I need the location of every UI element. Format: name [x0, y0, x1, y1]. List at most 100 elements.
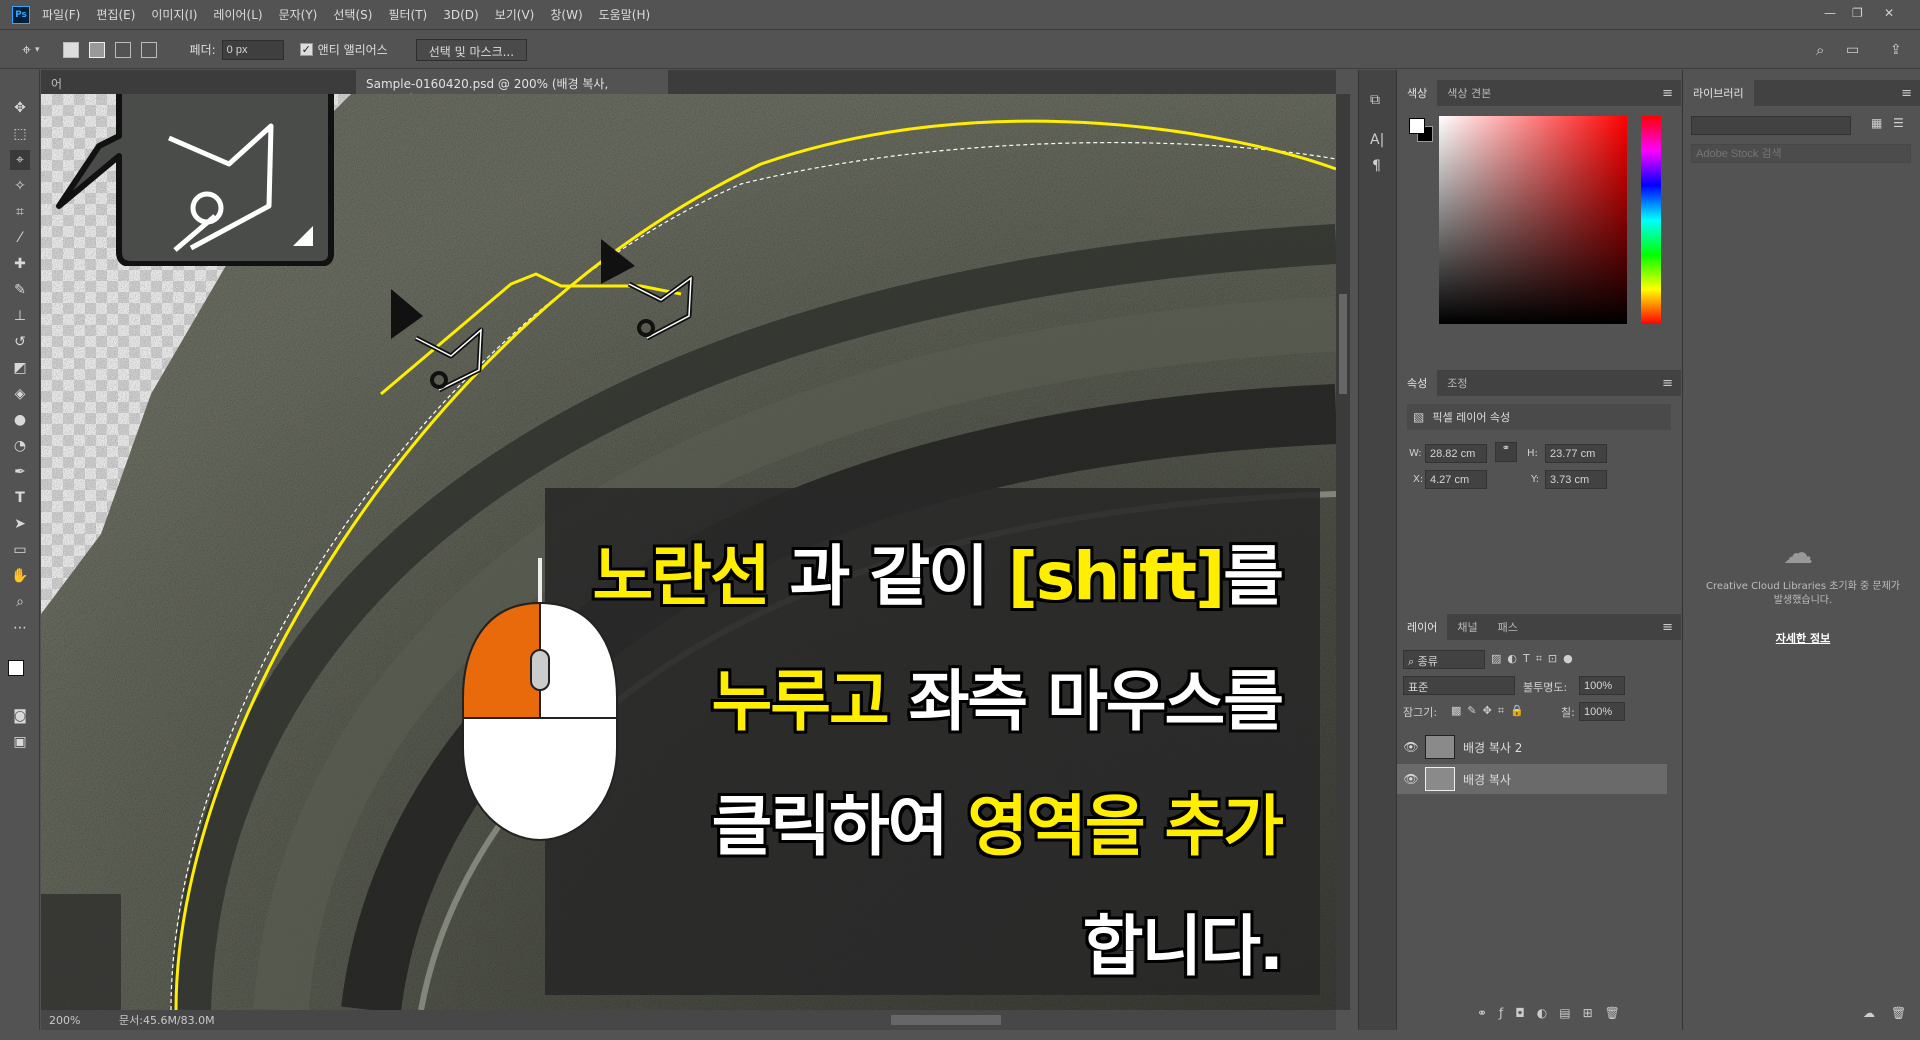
- layer-filter-select[interactable]: ⌕ 종류: [1403, 650, 1485, 669]
- select-and-mask-button[interactable]: 선택 및 마스크...: [415, 38, 528, 61]
- rectangle-tool-icon[interactable]: ▭: [10, 540, 30, 560]
- move-tool-icon[interactable]: ✥: [10, 98, 30, 118]
- feather-input[interactable]: [221, 39, 284, 60]
- paragraph-panel-icon[interactable]: ¶: [1372, 158, 1381, 174]
- vertical-scroll-thumb[interactable]: [1339, 294, 1347, 394]
- tab-properties[interactable]: 속성: [1397, 370, 1438, 396]
- menu-image[interactable]: 이미지(I): [151, 6, 197, 23]
- y-input[interactable]: [1545, 470, 1607, 489]
- lasso-tool-icon[interactable]: ⌖: [10, 150, 30, 170]
- menu-view[interactable]: 보기(V): [495, 6, 535, 23]
- workspace-icon[interactable]: ▭: [1846, 42, 1859, 58]
- menu-3d[interactable]: 3D(D): [443, 8, 478, 22]
- antialias-checkbox[interactable]: ✓: [299, 43, 313, 56]
- status-bar: 200% 문서:45.6M/83.0M: [41, 1010, 1336, 1030]
- panel-menu-icon[interactable]: ≡: [1662, 376, 1673, 391]
- x-input[interactable]: [1425, 470, 1487, 489]
- list-view-icon[interactable]: ☰: [1893, 116, 1904, 130]
- more-tools-icon[interactable]: ⋯: [10, 618, 30, 638]
- subtract-selection-icon[interactable]: [114, 41, 131, 58]
- opacity-input[interactable]: [1579, 676, 1625, 695]
- new-selection-icon[interactable]: [62, 41, 79, 58]
- hue-slider[interactable]: [1641, 116, 1661, 324]
- menu-filter[interactable]: 필터(T): [388, 6, 427, 23]
- marquee-tool-icon[interactable]: ⬚: [10, 124, 30, 144]
- panel-menu-icon[interactable]: ≡: [1662, 86, 1673, 101]
- width-input[interactable]: [1425, 444, 1487, 463]
- share-icon[interactable]: ⇪: [1890, 42, 1902, 58]
- path-select-icon[interactable]: ➤: [10, 514, 30, 534]
- properties-panel-tabs: 속성 조정 ≡: [1397, 370, 1681, 396]
- tab-color[interactable]: 색상: [1397, 80, 1438, 106]
- add-to-selection-icon[interactable]: [88, 41, 105, 58]
- cc-sync-icon[interactable]: ☁: [1863, 1006, 1875, 1020]
- color-field[interactable]: [1439, 116, 1627, 324]
- vertical-scrollbar[interactable]: [1336, 94, 1350, 1010]
- tab-channels[interactable]: 채널: [1447, 614, 1487, 640]
- horizontal-scroll-thumb[interactable]: [891, 1015, 1001, 1025]
- more-info-link[interactable]: 자세한 정보: [1703, 630, 1903, 646]
- menu-select[interactable]: 선택(S): [333, 6, 372, 23]
- stamp-tool-icon[interactable]: ⊥: [10, 306, 30, 326]
- stock-search-input[interactable]: [1691, 144, 1911, 163]
- height-input[interactable]: [1545, 444, 1607, 463]
- healing-brush-icon[interactable]: ✚: [10, 254, 30, 274]
- delete-icon[interactable]: 🗑: [1891, 1006, 1906, 1020]
- layer-row[interactable]: 👁 배경 복사 2: [1397, 732, 1667, 762]
- zoom-level[interactable]: 200%: [49, 1014, 119, 1027]
- foreground-color-swatch[interactable]: [8, 660, 24, 676]
- magic-wand-icon[interactable]: ✧: [10, 176, 30, 196]
- menu-help[interactable]: 도움말(H): [599, 6, 651, 23]
- tab-active-document[interactable]: Sample-0160420.psd @ 200% (배경 복사, RGB/8*…: [356, 70, 668, 106]
- instruction-line-3: 클릭하여 영역을 추가: [711, 788, 1284, 865]
- blur-tool-icon[interactable]: ●: [10, 410, 30, 430]
- lock-icons[interactable]: ▩✎✥⌗🔒: [1451, 704, 1530, 718]
- color-fg-swatch[interactable]: [1409, 118, 1425, 134]
- tab-adjustments[interactable]: 조정: [1437, 370, 1477, 396]
- visibility-eye-icon[interactable]: 👁: [1401, 740, 1421, 754]
- visibility-eye-icon[interactable]: 👁: [1401, 772, 1421, 786]
- polygonal-lasso-icon[interactable]: ⌖: [22, 40, 31, 60]
- dodge-tool-icon[interactable]: ◔: [10, 436, 30, 456]
- intersect-selection-icon[interactable]: [140, 41, 157, 58]
- menu-window[interactable]: 창(W): [550, 6, 582, 23]
- brush-tool-icon[interactable]: ✎: [10, 280, 30, 300]
- layer-filter-icons[interactable]: ▨◐T⌗⊡●: [1491, 652, 1579, 666]
- pen-tool-icon[interactable]: ✒: [10, 462, 30, 482]
- type-tool-icon[interactable]: T: [10, 488, 30, 508]
- tab-layers[interactable]: 레이어: [1397, 614, 1448, 640]
- menu-type[interactable]: 문자(Y): [279, 6, 318, 23]
- panel-menu-icon[interactable]: ≡: [1662, 620, 1673, 635]
- tab-libraries[interactable]: 라이브러리: [1683, 80, 1754, 106]
- menu-file[interactable]: 파일(F): [42, 6, 80, 23]
- quick-mask-icon[interactable]: ◙: [10, 706, 30, 726]
- layer-row-selected[interactable]: 👁 배경 복사: [1397, 764, 1667, 794]
- screen-mode-icon[interactable]: ▣: [10, 732, 30, 752]
- character-panel-icon[interactable]: A|: [1370, 132, 1384, 148]
- layer-actions-bar[interactable]: ⚭ƒ◘◐▤⊞🗑: [1477, 1006, 1632, 1020]
- menu-layer[interactable]: 레이어(L): [213, 6, 262, 23]
- hand-tool-icon[interactable]: ✋: [10, 566, 30, 586]
- close-icon[interactable]: ✕: [1884, 6, 1894, 20]
- fill-input[interactable]: [1579, 702, 1625, 721]
- link-dimensions-icon[interactable]: ⚭: [1495, 442, 1517, 462]
- eraser-tool-icon[interactable]: ◩: [10, 358, 30, 378]
- paint-bucket-icon[interactable]: ◈: [10, 384, 30, 404]
- eyedropper-icon[interactable]: ⁄: [10, 228, 30, 248]
- history-brush-icon[interactable]: ↺: [10, 332, 30, 352]
- search-icon[interactable]: ⌕: [1816, 41, 1824, 59]
- zoom-tool-icon[interactable]: ⌕: [10, 592, 30, 612]
- menu-edit[interactable]: 편집(E): [96, 6, 135, 23]
- restore-icon[interactable]: ❐: [1852, 6, 1863, 20]
- panel-menu-icon[interactable]: ≡: [1901, 86, 1912, 101]
- tab-paths[interactable]: 패스: [1488, 614, 1528, 640]
- crop-tool-icon[interactable]: ⌗: [10, 202, 30, 222]
- chevron-down-icon[interactable]: ▾: [35, 45, 40, 55]
- blend-mode-select[interactable]: 표준: [1403, 676, 1515, 695]
- grid-view-icon[interactable]: ▦: [1871, 116, 1882, 130]
- history-panel-icon[interactable]: ⧉: [1370, 92, 1380, 108]
- library-select[interactable]: [1691, 116, 1851, 135]
- tab-previous-document[interactable]: 어두: [41, 70, 77, 108]
- minimize-icon[interactable]: —: [1824, 6, 1836, 20]
- tab-swatches[interactable]: 색상 견본: [1437, 80, 1501, 106]
